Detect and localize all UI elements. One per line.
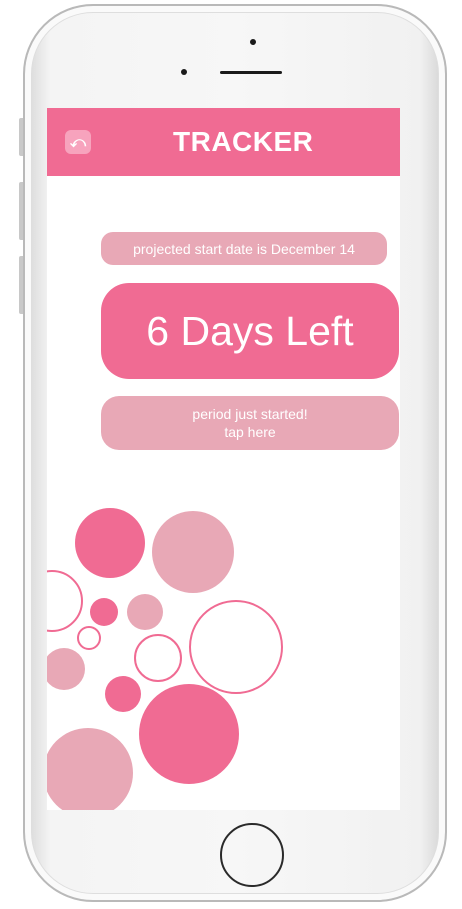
projected-start-date-label: projected start date is December 14 [101,232,387,265]
back-button[interactable]: ⤺ [65,130,91,154]
days-left-display: 6 Days Left [101,283,399,379]
front-camera [181,69,187,75]
bubble [105,676,141,712]
bubble [127,594,163,630]
undo-icon: ⤺ [69,133,87,151]
earpiece-speaker [220,71,282,74]
bubble [134,634,182,682]
bubble [139,684,239,784]
bubble [189,600,283,694]
period-button-line1: period just started! [192,406,308,422]
bubble [47,570,83,632]
bubble [47,648,85,690]
bubble [90,598,118,626]
decorative-bubbles [47,508,283,810]
period-button-line2: tap here [224,424,276,440]
period-started-button[interactable]: period just started! tap here [101,396,399,450]
bubble [75,508,145,578]
bubble [77,626,101,650]
app-header: ⤺ TRACKER [47,108,400,176]
bubble [152,511,234,593]
home-button[interactable] [220,823,284,887]
proximity-sensor [250,39,256,45]
app-screen: ⤺ TRACKER projected start date is Decemb… [47,108,400,810]
page-title: TRACKER [173,126,314,157]
bubble [47,728,133,810]
